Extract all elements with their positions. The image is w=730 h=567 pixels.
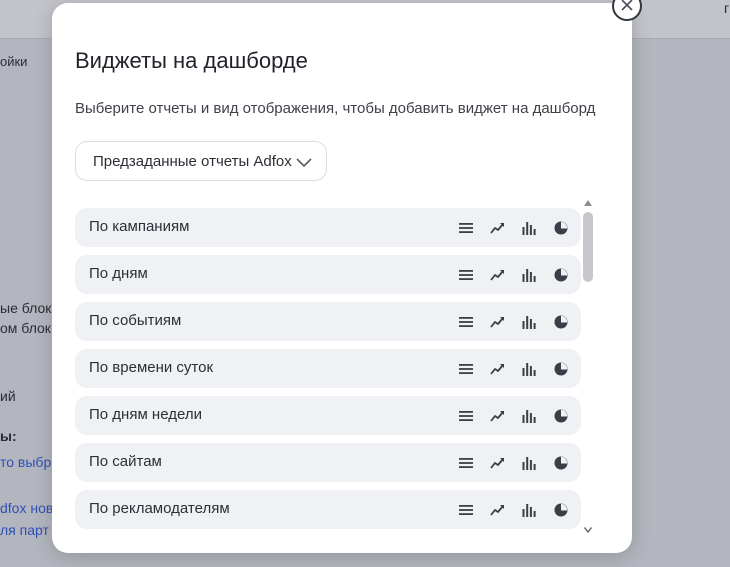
scrollbar[interactable] — [582, 200, 594, 534]
bar-chart-icon[interactable] — [520, 407, 538, 425]
background-text: ий — [0, 388, 16, 404]
background-topbar-text: г — [724, 0, 730, 16]
table-icon[interactable] — [457, 360, 475, 378]
pie-chart-icon[interactable] — [552, 219, 570, 237]
table-icon[interactable] — [457, 407, 475, 425]
bar-chart-icon[interactable] — [520, 219, 538, 237]
background-text: ом блок — [0, 320, 51, 336]
background-breadcrumb: ойки — [0, 54, 28, 69]
report-row[interactable]: По сайтам — [75, 443, 581, 482]
modal-description: Выберите отчеты и вид отображения, чтобы… — [75, 100, 596, 117]
modal-title: Виджеты на дашборде — [75, 48, 308, 73]
reports-dropdown[interactable]: Предзаданные отчеты Adfox — [75, 141, 327, 181]
widgets-modal: Виджеты на дашборде Выберите отчеты и ви… — [52, 3, 632, 553]
bar-chart-icon[interactable] — [520, 313, 538, 331]
bar-chart-icon[interactable] — [520, 266, 538, 284]
chevron-down-icon — [296, 155, 312, 172]
report-label: По событиям — [89, 312, 182, 329]
report-label: По дням — [89, 265, 148, 282]
table-icon[interactable] — [457, 454, 475, 472]
background-link: dfox нов — [0, 500, 54, 516]
table-icon[interactable] — [457, 501, 475, 519]
report-label: По рекламодателям — [89, 500, 230, 517]
line-chart-icon[interactable] — [488, 454, 506, 472]
line-chart-icon[interactable] — [488, 501, 506, 519]
background-text: ые блоки — [0, 300, 60, 316]
pie-chart-icon[interactable] — [552, 407, 570, 425]
scroll-down-icon[interactable] — [583, 520, 593, 534]
report-row[interactable]: По рекламодателям — [75, 490, 581, 529]
background-link: ля парт — [0, 522, 49, 538]
scroll-up-icon[interactable] — [584, 200, 592, 208]
report-label: По времени суток — [89, 359, 214, 376]
table-icon[interactable] — [457, 219, 475, 237]
line-chart-icon[interactable] — [488, 407, 506, 425]
line-chart-icon[interactable] — [488, 360, 506, 378]
table-icon[interactable] — [457, 266, 475, 284]
line-chart-icon[interactable] — [488, 266, 506, 284]
dropdown-value: Предзаданные отчеты Adfox — [93, 152, 292, 170]
bar-chart-icon[interactable] — [520, 454, 538, 472]
bar-chart-icon[interactable] — [520, 501, 538, 519]
report-row[interactable]: По дням недели — [75, 396, 581, 435]
report-label: По дням недели — [89, 406, 202, 423]
table-icon[interactable] — [457, 313, 475, 331]
bar-chart-icon[interactable] — [520, 360, 538, 378]
background-heading: ы: — [0, 428, 17, 444]
report-label: По кампаниям — [89, 218, 190, 235]
pie-chart-icon[interactable] — [552, 454, 570, 472]
report-label: По сайтам — [89, 453, 162, 470]
pie-chart-icon[interactable] — [552, 501, 570, 519]
report-row[interactable]: По дням — [75, 255, 581, 294]
line-chart-icon[interactable] — [488, 219, 506, 237]
background-link: то выбр — [0, 454, 52, 470]
pie-chart-icon[interactable] — [552, 313, 570, 331]
report-row[interactable]: По событиям — [75, 302, 581, 341]
close-icon — [621, 0, 633, 16]
line-chart-icon[interactable] — [488, 313, 506, 331]
pie-chart-icon[interactable] — [552, 360, 570, 378]
report-row[interactable]: По кампаниям — [75, 208, 581, 247]
report-row[interactable]: По времени суток — [75, 349, 581, 388]
scrollbar-thumb[interactable] — [583, 212, 593, 282]
pie-chart-icon[interactable] — [552, 266, 570, 284]
